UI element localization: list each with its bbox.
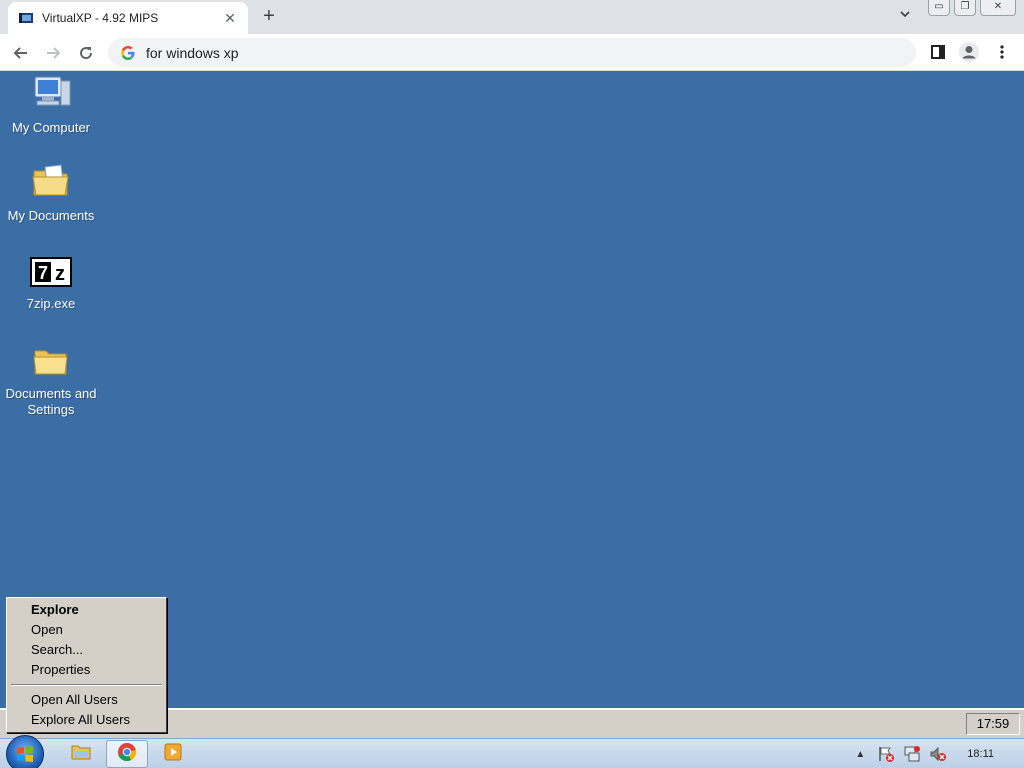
virtualxp-favicon-icon — [18, 10, 34, 26]
7zip-icon: 7 z — [30, 257, 72, 292]
taskbar-media-player-button[interactable] — [152, 740, 194, 768]
address-bar[interactable]: for windows xp — [108, 38, 916, 67]
context-menu: Explore Open Search... Properties Open A… — [6, 597, 167, 733]
tab-search-chevron-down-icon[interactable] — [896, 8, 914, 26]
svg-text:z: z — [55, 263, 65, 285]
desktop-icon-documents-and-settings[interactable]: Documents and Settings — [1, 345, 101, 418]
address-text: for windows xp — [146, 44, 239, 61]
forward-arrow-icon[interactable] — [42, 42, 64, 64]
taskbar-chrome-button[interactable] — [106, 740, 148, 768]
documents-folder-icon — [31, 163, 71, 204]
new-tab-button[interactable]: + — [258, 6, 280, 28]
media-player-icon — [164, 743, 182, 766]
tab-close-icon[interactable]: ✕ — [222, 10, 238, 26]
computer-icon — [29, 75, 73, 116]
desktop-icon-my-documents[interactable]: My Documents — [1, 163, 101, 224]
network-icon[interactable] — [902, 744, 922, 764]
tab-title: VirtualXP - 4.92 MIPS — [42, 11, 159, 25]
windows-start-orb-icon[interactable] — [6, 735, 44, 768]
show-hidden-icons-arrow[interactable]: ▲ — [850, 744, 870, 764]
google-icon — [120, 45, 136, 61]
tab-virtualxp[interactable]: VirtualXP - 4.92 MIPS ✕ — [8, 2, 248, 34]
volume-muted-icon[interactable] — [928, 744, 948, 764]
menu-separator — [11, 684, 162, 686]
browser-tab-strip: VirtualXP - 4.92 MIPS ✕ + ▭ ❐ ✕ — [0, 0, 1024, 34]
back-arrow-icon[interactable] — [10, 42, 32, 64]
menu-item-explore-all-users[interactable]: Explore All Users — [9, 710, 164, 730]
desktop-icon-label: My Computer — [11, 120, 91, 135]
menu-item-open-all-users[interactable]: Open All Users — [9, 690, 164, 710]
close-window-button[interactable]: ✕ — [980, 0, 1016, 16]
host-clock[interactable]: 18:11 — [967, 748, 994, 760]
restore-button[interactable]: ❐ — [954, 0, 976, 16]
menu-item-explore[interactable]: Explore — [9, 600, 164, 620]
desktop-icon-my-computer[interactable]: My Computer — [1, 75, 101, 136]
browser-menu-icon[interactable] — [990, 40, 1014, 64]
desktop-icon-label: Documents and Settings — [5, 386, 97, 417]
system-tray: ▲ 18:11 — [847, 739, 1024, 768]
side-panel-icon[interactable] — [926, 40, 950, 64]
host-taskbar: ▲ 18:11 — [0, 735, 1024, 768]
vm-clock[interactable]: 17:59 — [966, 713, 1020, 735]
reload-icon[interactable] — [75, 42, 97, 64]
menu-item-open[interactable]: Open — [9, 620, 164, 640]
profile-avatar-icon[interactable] — [957, 40, 981, 64]
svg-text:7: 7 — [38, 263, 48, 283]
browser-toolbar: for windows xp — [0, 34, 1024, 71]
minimize-button[interactable]: ▭ — [928, 0, 950, 16]
window-controls: ▭ ❐ ✕ — [928, 0, 1016, 16]
action-center-flag-icon[interactable] — [876, 744, 896, 764]
taskbar-explorer-button[interactable] — [60, 740, 102, 768]
file-explorer-icon — [71, 743, 91, 766]
chrome-icon — [117, 742, 137, 767]
menu-item-properties[interactable]: Properties — [9, 660, 164, 680]
desktop-icon-label: My Documents — [7, 208, 95, 223]
menu-item-search[interactable]: Search... — [9, 640, 164, 660]
folder-icon — [32, 345, 70, 382]
desktop-icon-7zip[interactable]: 7 z 7zip.exe — [1, 257, 101, 312]
desktop-icon-label: 7zip.exe — [26, 296, 76, 311]
